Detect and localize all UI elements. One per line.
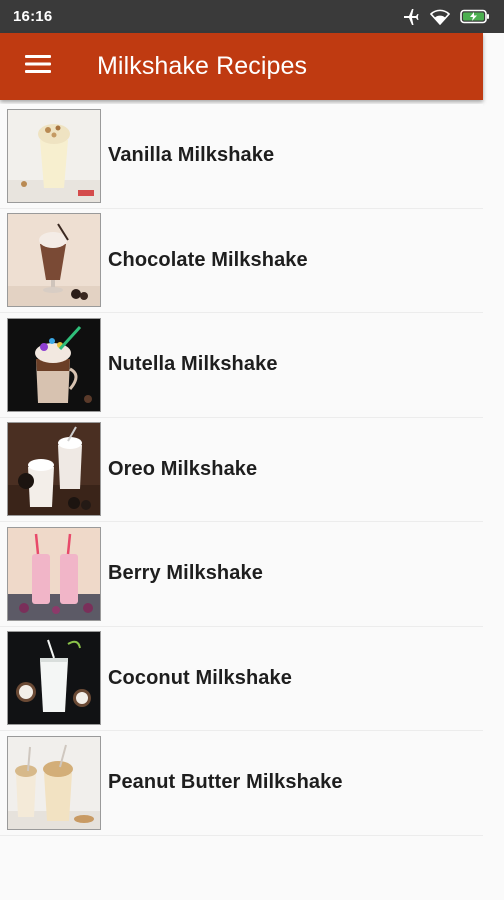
recipe-item-chocolate[interactable]: Chocolate Milkshake bbox=[0, 208, 483, 313]
recipe-thumbnail bbox=[7, 422, 101, 517]
recipe-thumbnail bbox=[7, 317, 101, 412]
recipe-list: Vanilla Milkshake Chocolate Milkshake Nu… bbox=[0, 104, 483, 836]
recipe-thumbnail bbox=[7, 735, 101, 830]
battery-charging-icon bbox=[460, 9, 490, 24]
recipe-item-berry[interactable]: Berry Milkshake bbox=[0, 522, 483, 627]
airplane-icon bbox=[402, 8, 420, 25]
recipe-item-peanut-butter[interactable]: Peanut Butter Milkshake bbox=[0, 731, 483, 836]
recipe-label: Oreo Milkshake bbox=[108, 457, 258, 480]
recipe-item-oreo[interactable]: Oreo Milkshake bbox=[0, 417, 483, 522]
recipe-item-nutella[interactable]: Nutella Milkshake bbox=[0, 313, 483, 418]
recipe-label: Chocolate Milkshake bbox=[108, 248, 308, 271]
hamburger-menu-icon bbox=[25, 54, 51, 79]
recipe-label: Coconut Milkshake bbox=[108, 666, 292, 689]
recipe-thumbnail bbox=[7, 108, 101, 203]
recipe-label: Berry Milkshake bbox=[108, 562, 263, 585]
app-bar: Milkshake Recipes bbox=[0, 33, 483, 100]
recipe-thumbnail bbox=[7, 213, 101, 308]
status-bar: 16:16 bbox=[0, 0, 504, 33]
status-icons bbox=[402, 8, 490, 25]
recipe-label: Nutella Milkshake bbox=[108, 353, 278, 376]
recipe-thumbnail bbox=[7, 631, 101, 726]
recipe-item-vanilla[interactable]: Vanilla Milkshake bbox=[0, 104, 483, 209]
app-title: Milkshake Recipes bbox=[97, 52, 308, 80]
recipe-label: Peanut Butter Milkshake bbox=[108, 771, 343, 794]
wifi-icon bbox=[430, 9, 450, 25]
recipe-thumbnail bbox=[7, 526, 101, 621]
recipe-item-coconut[interactable]: Coconut Milkshake bbox=[0, 626, 483, 731]
status-time: 16:16 bbox=[13, 8, 53, 25]
menu-button[interactable] bbox=[12, 41, 64, 93]
recipe-label: Vanilla Milkshake bbox=[108, 144, 275, 167]
